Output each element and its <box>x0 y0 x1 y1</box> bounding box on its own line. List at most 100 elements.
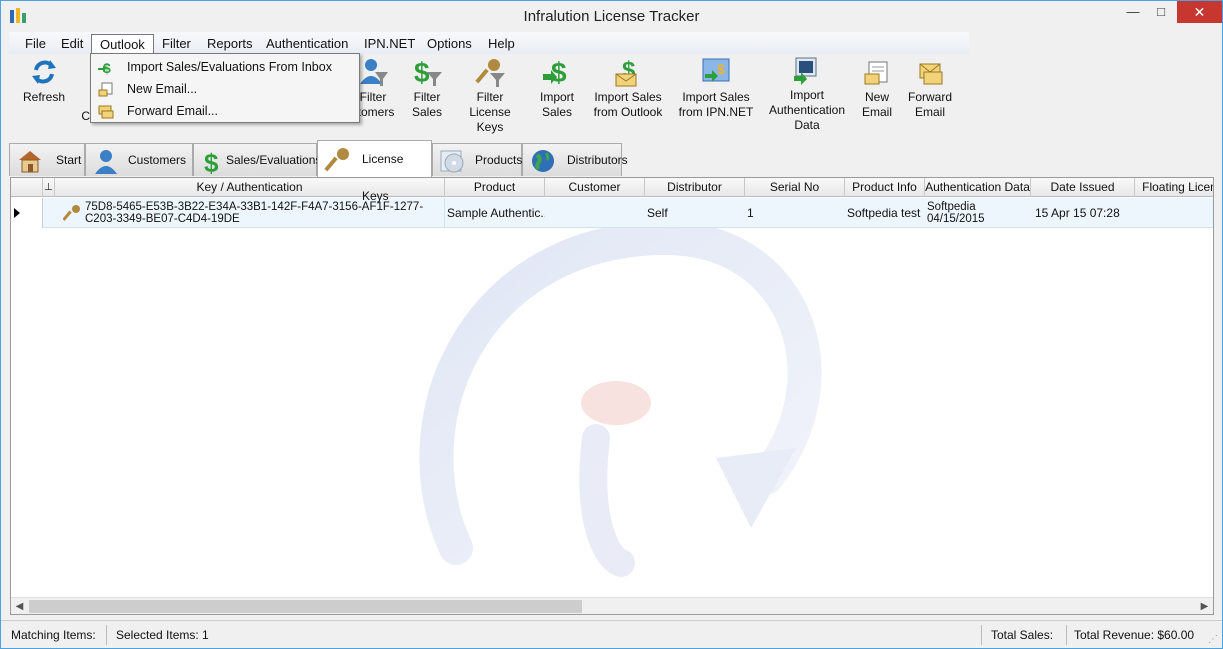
title-bar: Infralution License Tracker — □ ✕ <box>1 1 1222 32</box>
col-header-floating[interactable]: Floating Licens <box>1135 178 1213 197</box>
col-header-product-info[interactable]: Product Info <box>845 178 925 197</box>
cell-product: Sample Authentic... <box>447 206 545 220</box>
refresh-label: Refresh <box>22 90 66 104</box>
forward-email-icon <box>919 63 943 85</box>
import-sales-outlook-button[interactable]: $ Import Sales from Outlook <box>589 56 667 120</box>
horizontal-scrollbar[interactable]: ◀ ▶ <box>11 597 1213 614</box>
menu-options[interactable]: Options <box>419 34 480 53</box>
cd-icon <box>440 150 464 173</box>
import-authentication-icon <box>794 57 817 85</box>
filter-license-keys-label-2: License Keys <box>469 105 511 134</box>
menu-item-new-email[interactable]: New Email... <box>91 78 359 100</box>
status-total-sales: Total Sales: 4 <box>987 625 1067 649</box>
tab-distributors[interactable]: Distributors <box>522 143 628 176</box>
menu-help[interactable]: Help <box>480 34 523 53</box>
pin-icon[interactable]: ⊥ <box>43 178 55 197</box>
filter-license-keys-label-1: Filter <box>476 90 504 104</box>
menu-item-label: Forward Email... <box>127 104 218 118</box>
forward-email-button[interactable]: Forward Email <box>905 56 955 120</box>
key-icon <box>63 205 80 221</box>
menu-outlook[interactable]: Outlook <box>91 34 154 55</box>
menu-item-forward-email[interactable]: Forward Email... <box>91 100 359 122</box>
col-header-serial[interactable]: Serial No <box>745 178 845 197</box>
new-email-button[interactable]: New Email <box>859 56 895 120</box>
close-button[interactable]: ✕ <box>1177 1 1222 23</box>
col-header-date-issued[interactable]: Date Issued <box>1031 178 1135 197</box>
tab-label: Start <box>56 153 82 167</box>
menu-ipn[interactable]: IPN.NET <box>356 34 423 53</box>
tab-label: License Keys <box>362 152 404 203</box>
col-header-product[interactable]: Product <box>445 178 545 197</box>
menu-reports[interactable]: Reports <box>199 34 261 53</box>
cell-auth-data: Softpedia 04/15/2015 <box>927 198 1031 228</box>
refresh-button[interactable]: Refresh <box>19 56 69 105</box>
import-auth-label-2: Authentication <box>768 103 846 117</box>
scroll-left-icon[interactable]: ◀ <box>11 598 28 614</box>
filter-license-keys-button[interactable]: Filter License Keys <box>455 56 525 135</box>
scroll-thumb[interactable] <box>29 600 582 613</box>
auth-line-2: 04/15/2015 <box>927 213 985 225</box>
svg-text:$: $ <box>717 61 725 77</box>
dollar-icon: $ <box>204 148 219 174</box>
import-sales-label-1: Import <box>539 90 574 104</box>
import-sales-button[interactable]: $ Import Sales <box>535 56 579 120</box>
import-ipn-icon: $ <box>702 58 730 82</box>
status-selected-items: Selected Items: 1 <box>112 625 982 645</box>
menu-authentication[interactable]: Authentication <box>258 34 356 53</box>
window-title: Infralution License Tracker <box>523 8 700 25</box>
filter-sales-label-2: Sales <box>411 105 443 119</box>
col-header-customer[interactable]: Customer <box>545 178 645 197</box>
new-email-icon <box>864 61 888 85</box>
outlook-dropdown-menu: $ Import Sales/Evaluations From Inbox Ne… <box>90 53 360 123</box>
import-outlook-icon: $ <box>615 57 637 87</box>
new-email-label-2: Email <box>861 105 892 119</box>
menu-item-label: New Email... <box>127 82 198 96</box>
import-sales-outlook-label-1: Import Sales <box>594 90 662 104</box>
filter-person-icon <box>360 59 388 86</box>
cell-customer <box>547 198 645 228</box>
forward-email-icon <box>98 105 114 119</box>
import-sales-ipn-button[interactable]: $ Import Sales from IPN.NET <box>676 56 756 120</box>
auth-line-1: Softpedia <box>927 201 976 213</box>
forward-email-label-2: Email <box>914 105 945 119</box>
resize-grip-icon[interactable]: ⋰ <box>1208 634 1220 646</box>
menu-bar: File Edit Outlook Filter Reports Authent… <box>9 32 969 55</box>
tab-license-keys[interactable]: License Keys <box>317 140 432 203</box>
col-header-distributor[interactable]: Distributor <box>645 178 745 197</box>
menu-filter[interactable]: Filter <box>154 34 199 53</box>
tab-bar: Start Customers $ Sales/Evaluations Lice… <box>9 139 1221 203</box>
maximize-button[interactable]: □ <box>1147 1 1175 23</box>
tab-label: Distributors <box>567 153 628 167</box>
import-authentication-button[interactable]: Import Authentication Data <box>765 54 849 133</box>
minimize-button[interactable]: — <box>1119 1 1147 23</box>
filter-sales-button[interactable]: $ Filter Sales <box>407 56 447 120</box>
tab-label: Products <box>475 153 523 167</box>
menu-edit[interactable]: Edit <box>53 34 91 53</box>
table-row[interactable]: 75D8-5465-E53B-3B22-E34A-33B1-142F-F4A7-… <box>11 198 1213 228</box>
scroll-right-icon[interactable]: ▶ <box>1196 598 1213 614</box>
tab-customers[interactable]: Customers <box>85 143 193 176</box>
menu-file[interactable]: File <box>17 34 54 53</box>
status-matching-items: Matching Items: 1 <box>7 625 107 649</box>
watermark-logo-icon <box>419 220 822 577</box>
tab-sales-evaluations[interactable]: $ Sales/Evaluations <box>193 143 321 176</box>
refresh-icon <box>32 60 56 84</box>
import-sales-label-2: Sales <box>541 105 573 119</box>
cell-product-info: Softpedia test <box>847 206 921 220</box>
filter-customers-label-1: Filter <box>359 90 387 104</box>
current-row-arrow-icon <box>14 208 20 218</box>
tab-products[interactable]: Products <box>432 143 522 176</box>
filter-key-icon <box>475 59 505 87</box>
menu-item-label: Import Sales/Evaluations From Inbox <box>127 60 332 74</box>
svg-text:$: $ <box>551 57 567 88</box>
col-header-auth-data[interactable]: Authentication Data <box>925 178 1031 197</box>
row-selector[interactable] <box>11 198 43 228</box>
filter-sales-label-1: Filter <box>413 90 441 104</box>
import-auth-label-1: Import <box>789 88 824 102</box>
import-sales-ipn-label-2: from IPN.NET <box>678 105 754 119</box>
app-window: Infralution License Tracker — □ ✕ File E… <box>0 0 1223 649</box>
filter-dollar-icon: $ <box>414 57 442 88</box>
person-icon <box>95 150 117 174</box>
menu-item-import-from-inbox[interactable]: $ Import Sales/Evaluations From Inbox <box>91 56 359 78</box>
tab-start[interactable]: Start <box>9 143 85 176</box>
